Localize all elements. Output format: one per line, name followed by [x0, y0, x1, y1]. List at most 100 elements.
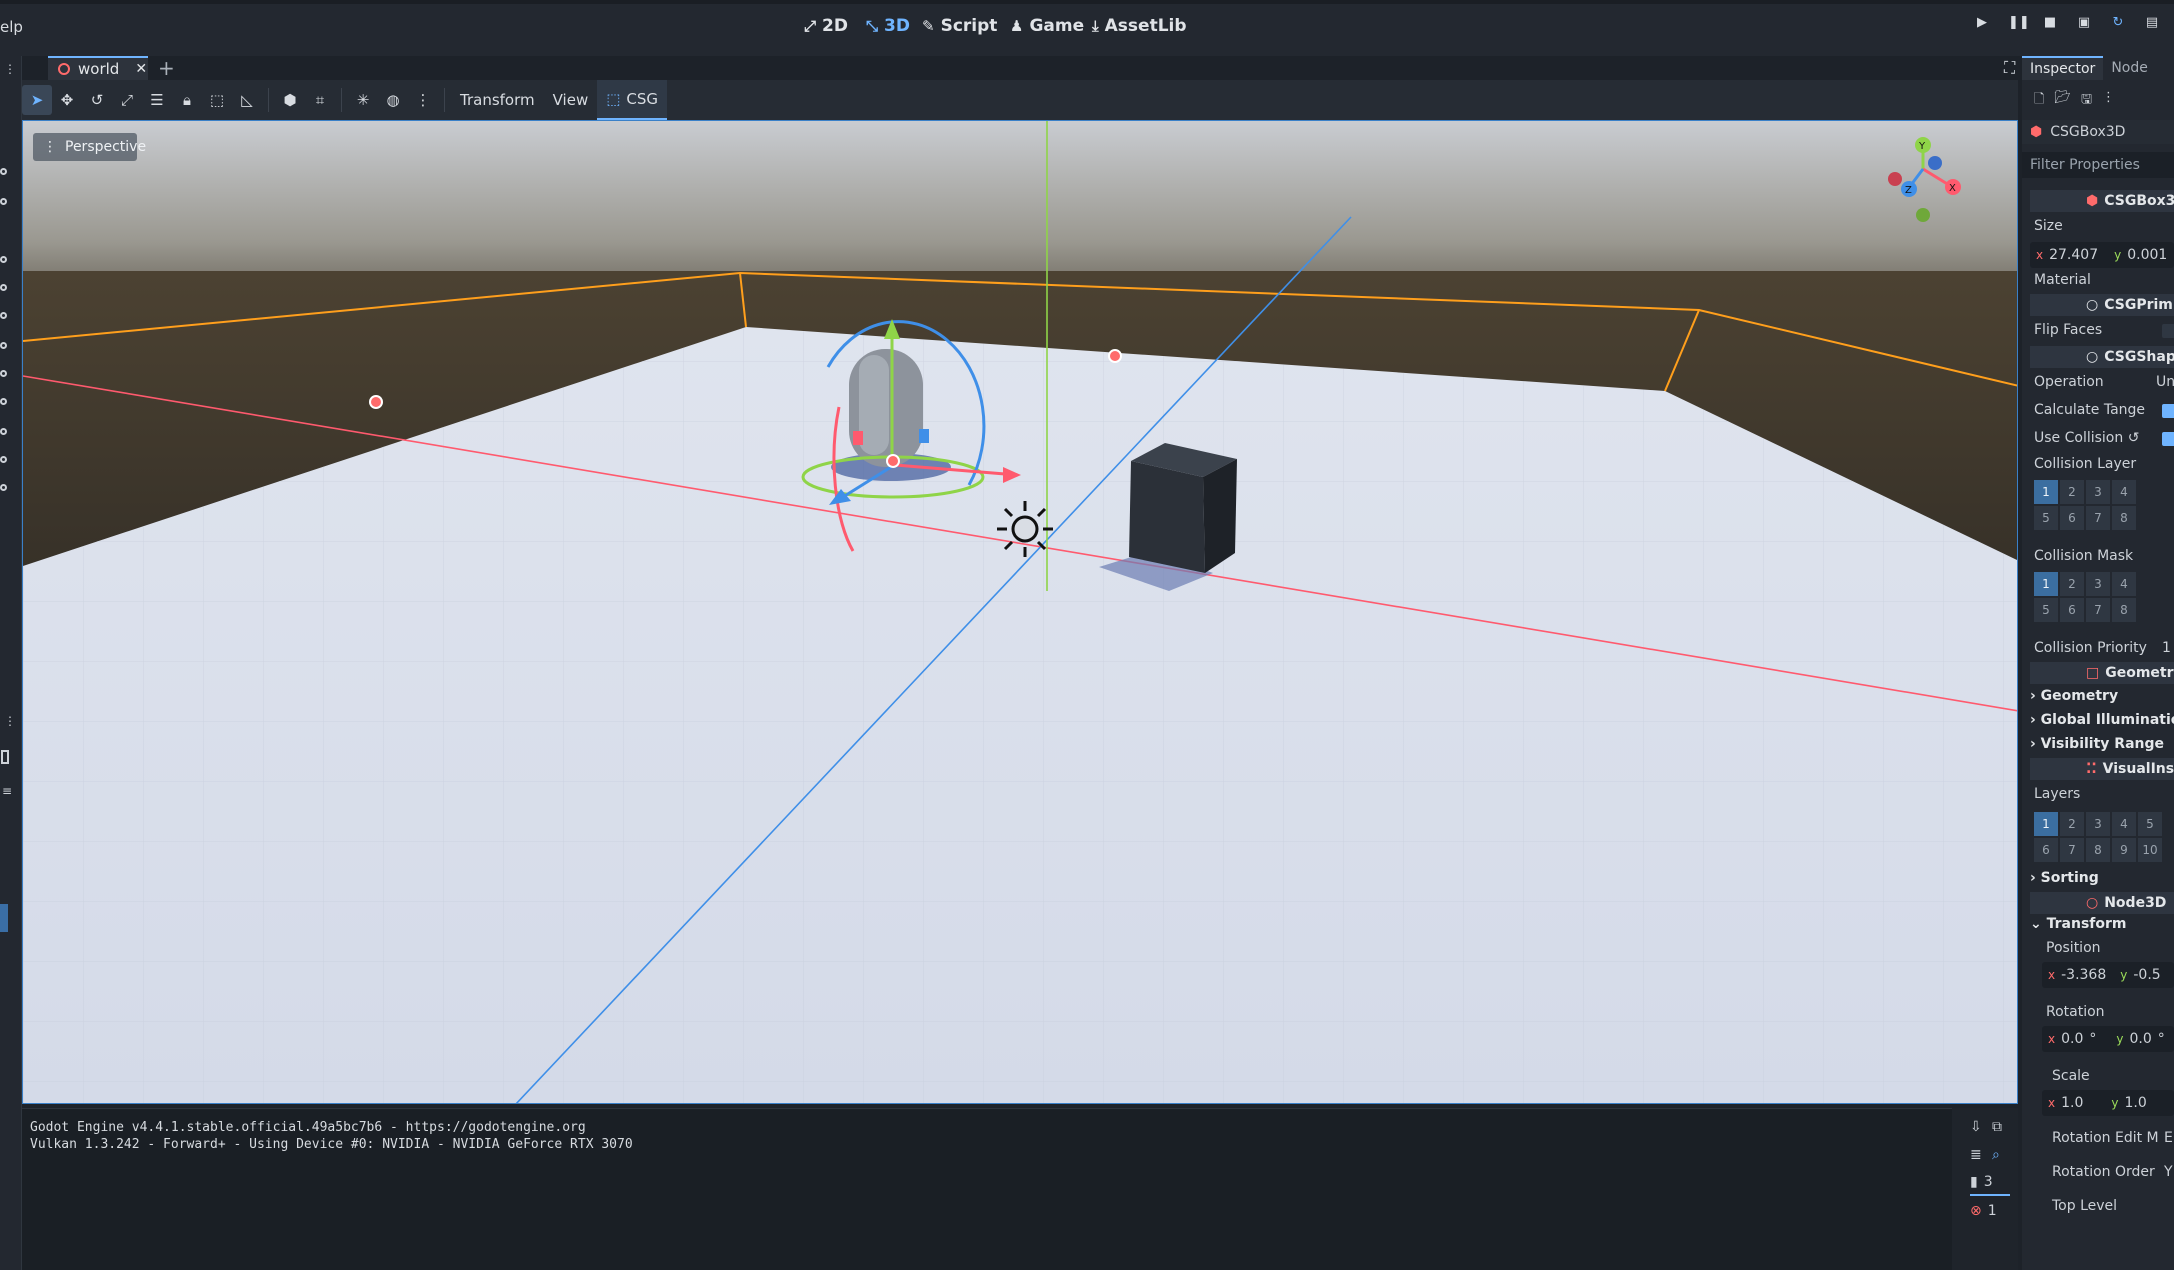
dock-visibility-icon[interactable] — [0, 456, 7, 463]
perspective-menu-button[interactable]: ⋮ Perspective — [33, 133, 146, 161]
menu-help[interactable]: elp — [0, 18, 23, 36]
select-mode-icon[interactable]: ➤ — [22, 85, 52, 115]
reload-icon[interactable]: ↻ — [2110, 15, 2126, 31]
transform-menu[interactable]: Transform — [451, 91, 544, 109]
rotation-field[interactable]: x 0.0 ° y 0.0 ° — [2042, 1026, 2174, 1052]
workspace-script[interactable]: ✎ Script — [922, 16, 997, 36]
dock-menu-icon[interactable]: ⋮ — [4, 62, 16, 76]
collision-layer-cell[interactable]: 7 — [2086, 506, 2110, 530]
collision-mask-cell[interactable]: 2 — [2060, 572, 2084, 596]
collision-layer-cell[interactable]: 5 — [2034, 506, 2058, 530]
dock-visibility-icon[interactable] — [0, 370, 7, 377]
view-menu[interactable]: View — [544, 91, 598, 109]
workspace-assetlib[interactable]: ⤓ AssetLib — [1092, 16, 1187, 36]
collision-mask-cell[interactable]: 6 — [2060, 598, 2084, 622]
more-options-icon[interactable]: ⋮ — [2102, 90, 2115, 114]
use-collision-checkbox[interactable] — [2162, 432, 2174, 446]
workspace-3d[interactable]: ⤡ 3D — [866, 16, 910, 36]
dock-visibility-icon[interactable] — [0, 398, 7, 405]
open-folder-icon[interactable]: 📂︎ — [2054, 90, 2071, 114]
visual-layer-cell[interactable]: 5 — [2138, 812, 2162, 836]
play-icon[interactable]: ▶ — [1974, 15, 1990, 31]
ruler-icon[interactable]: ◺ — [232, 85, 262, 115]
collision-mask-cell[interactable]: 8 — [2112, 598, 2136, 622]
csg-menu[interactable]: ⬚ CSG — [597, 80, 668, 120]
visual-layer-cell[interactable]: 1 — [2034, 812, 2058, 836]
rotation-edit-mode-select[interactable]: E — [2164, 1130, 2173, 1146]
group-global-illumination[interactable]: › Global Illumination — [2030, 712, 2174, 728]
visual-layer-cell[interactable]: 6 — [2034, 838, 2058, 862]
scale-mode-icon[interactable]: ⤢ — [112, 85, 142, 115]
dock-visibility-icon[interactable] — [0, 168, 7, 175]
collision-mask-cell[interactable]: 4 — [2112, 572, 2136, 596]
group-transform[interactable]: ⌄ Transform — [2030, 916, 2126, 932]
lock-icon[interactable]: 🔒︎ — [172, 85, 202, 115]
visual-layer-cell[interactable]: 10 — [2138, 838, 2162, 862]
collision-mask-cell[interactable]: 3 — [2086, 572, 2110, 596]
flip-faces-checkbox[interactable] — [2162, 324, 2174, 338]
visual-layer-cell[interactable]: 2 — [2060, 812, 2084, 836]
section-visualinstance3d[interactable]: ⁚⁚VisualInstance3D — [2030, 758, 2174, 780]
filter-properties-input[interactable]: Filter Properties — [2022, 152, 2174, 178]
remote-debug-icon[interactable]: ▣ — [2076, 15, 2092, 31]
dock-visibility-icon[interactable] — [0, 256, 7, 263]
size-field[interactable]: x 27.407 y 0.001 — [2030, 242, 2174, 268]
operation-select[interactable]: Un — [2156, 374, 2174, 390]
section-geometryinstance3d[interactable]: □GeometryInstance3D — [2030, 662, 2174, 684]
tab-node[interactable]: Node — [2103, 56, 2156, 80]
visual-layer-cell[interactable]: 3 — [2086, 812, 2110, 836]
environment-preview-icon[interactable]: ◍ — [378, 85, 408, 115]
collision-layer-cell[interactable]: 8 — [2112, 506, 2136, 530]
collision-layer-cell[interactable]: 2 — [2060, 480, 2084, 504]
local-space-icon[interactable]: ⬢ — [275, 85, 305, 115]
distraction-free-icon[interactable]: ⛶ — [2004, 58, 2015, 78]
save-icon[interactable]: 🖫︎ — [2081, 90, 2092, 114]
visual-layer-cell[interactable]: 8 — [2086, 838, 2110, 862]
calculate-tangents-checkbox[interactable] — [2162, 404, 2174, 418]
messages-filter-button[interactable]: ▮ 3 — [1970, 1170, 2010, 1196]
group-icon[interactable]: ⬚ — [202, 85, 232, 115]
collision-mask-cell[interactable]: 7 — [2086, 598, 2110, 622]
visual-layer-cell[interactable]: 7 — [2060, 838, 2084, 862]
rotation-order-select[interactable]: Y — [2164, 1164, 2173, 1180]
new-resource-icon[interactable]: 🗋︎ — [2034, 90, 2044, 114]
scale-field[interactable]: x 1.0 y 1.0 — [2042, 1090, 2174, 1116]
section-csgprimitive3d[interactable]: ○CSGPrimitive3D — [2030, 294, 2174, 316]
dock-visibility-icon[interactable] — [0, 342, 7, 349]
section-csgbox3d[interactable]: ⬢CSGBox3D — [2030, 190, 2174, 212]
section-csgshape3d[interactable]: ○CSGShape3D — [2030, 346, 2174, 368]
collision-layer-cell[interactable]: 6 — [2060, 506, 2084, 530]
add-scene-tab-button[interactable]: + — [158, 56, 175, 80]
scene-tab-world[interactable]: world ✕ — [48, 56, 148, 80]
revert-icon[interactable]: ↺ — [2128, 430, 2140, 446]
position-field[interactable]: x -3.368 y -0.5 — [2042, 962, 2174, 988]
move-mode-icon[interactable]: ✥ — [52, 85, 82, 115]
dock-menu-icon[interactable]: ⋮ — [4, 714, 16, 728]
stop-icon[interactable]: ■ — [2042, 15, 2058, 31]
list-select-icon[interactable]: ☰ — [142, 85, 172, 115]
collision-layer-cell[interactable]: 3 — [2086, 480, 2110, 504]
dock-visibility-icon[interactable] — [0, 284, 7, 291]
group-visibility-range[interactable]: › Visibility Range — [2030, 736, 2164, 752]
section-node3d[interactable]: ○ Node3D — [2030, 892, 2174, 914]
collision-layer-cell[interactable]: 1 — [2034, 480, 2058, 504]
workspace-game[interactable]: ♟ Game — [1010, 16, 1084, 36]
visual-layer-cell[interactable]: 4 — [2112, 812, 2136, 836]
collision-mask-cell[interactable]: 1 — [2034, 572, 2058, 596]
more-options-icon[interactable]: ⋮ — [408, 85, 438, 115]
output-console[interactable]: Godot Engine v4.4.1.stable.official.49a5… — [22, 1108, 1952, 1270]
dock-filter-icon[interactable]: ≡ — [2, 784, 12, 798]
pause-icon[interactable]: ❚❚ — [2008, 15, 2030, 31]
group-sorting[interactable]: › Sorting — [2030, 870, 2099, 886]
sun-preview-icon[interactable]: ✳ — [348, 85, 378, 115]
dock-visibility-icon[interactable] — [0, 312, 7, 319]
movie-icon[interactable]: ▤ — [2144, 15, 2160, 31]
workspace-2d[interactable]: ⤢ 2D — [804, 16, 848, 36]
snap-icon[interactable]: ⌗ — [305, 85, 335, 115]
3d-viewport[interactable]: Y X Z ⋮ Perspective — [22, 120, 2018, 1104]
close-icon[interactable]: ✕ — [135, 61, 147, 77]
dock-visibility-icon[interactable] — [0, 484, 7, 491]
dock-file-icon[interactable] — [1, 750, 9, 764]
rotate-mode-icon[interactable]: ↺ — [82, 85, 112, 115]
errors-filter-button[interactable]: ⊗ 1 — [1970, 1198, 2010, 1224]
